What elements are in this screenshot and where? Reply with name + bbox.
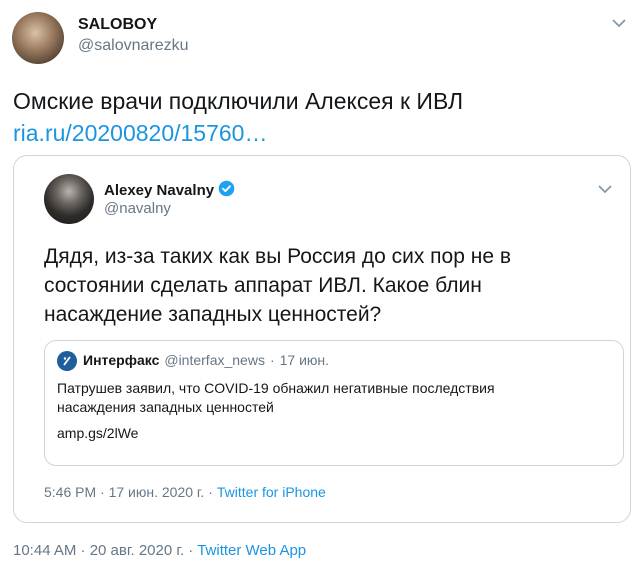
nested-author-name[interactable]: Интерфакс — [83, 352, 159, 368]
quoted-tweet-source[interactable]: Twitter for iPhone — [217, 484, 326, 500]
author-name[interactable]: SALOBOY — [78, 16, 157, 34]
tweet-meta: 10:44 AM · 20 авг. 2020 г. · Twitter Web… — [13, 542, 306, 559]
nested-tweet-header: Интерфакс @interfax_news · 17 июн. — [83, 352, 329, 368]
quoted-author-name-row[interactable]: Alexey Navalny — [104, 180, 235, 201]
tweet-text: Омские врачи подключили Алексея к ИВЛ — [13, 88, 464, 114]
nested-tweet-text: Патрушев заявил, что COVID-19 обнажил не… — [57, 380, 495, 415]
nested-tweet-date[interactable]: 17 июн. — [280, 352, 329, 368]
tweet-source[interactable]: Twitter Web App — [197, 542, 306, 559]
separator-dot: · — [208, 484, 213, 500]
verified-icon — [218, 180, 235, 201]
nested-author-handle[interactable]: @interfax_news — [164, 352, 265, 368]
tweet-link[interactable]: ria.ru/20200820/15760… — [13, 118, 267, 148]
quoted-tweet-text: Дядя, из-за таких как вы Россия до сих п… — [44, 245, 511, 326]
tweet-timestamp[interactable]: 10:44 AM · 20 авг. 2020 г. — [13, 542, 184, 559]
quoted-tweet-timestamp[interactable]: 5:46 PM · 17 июн. 2020 г. — [44, 484, 204, 500]
author-handle[interactable]: @salovnarezku — [78, 37, 189, 55]
quoted-tweet-meta: 5:46 PM · 17 июн. 2020 г. · Twitter for … — [44, 484, 326, 500]
interfax-logo-icon — [57, 351, 77, 371]
author-avatar[interactable] — [12, 12, 64, 64]
quoted-author-handle[interactable]: @navalny — [104, 200, 171, 217]
chevron-down-icon[interactable] — [594, 178, 616, 200]
nested-tweet-link[interactable]: amp.gs/2lWe — [57, 425, 138, 441]
separator-dot: · — [188, 542, 194, 559]
quoted-author-avatar[interactable] — [44, 174, 94, 224]
quoted-author-name[interactable]: Alexey Navalny — [104, 182, 214, 199]
separator-dot: · — [269, 352, 275, 368]
quoted-tweet-card[interactable]: Alexey Navalny @navalny Дядя, из-за таки… — [13, 155, 631, 523]
nested-quoted-tweet-card[interactable]: Интерфакс @interfax_news · 17 июн. Патру… — [44, 340, 624, 466]
chevron-down-icon[interactable] — [608, 12, 630, 34]
